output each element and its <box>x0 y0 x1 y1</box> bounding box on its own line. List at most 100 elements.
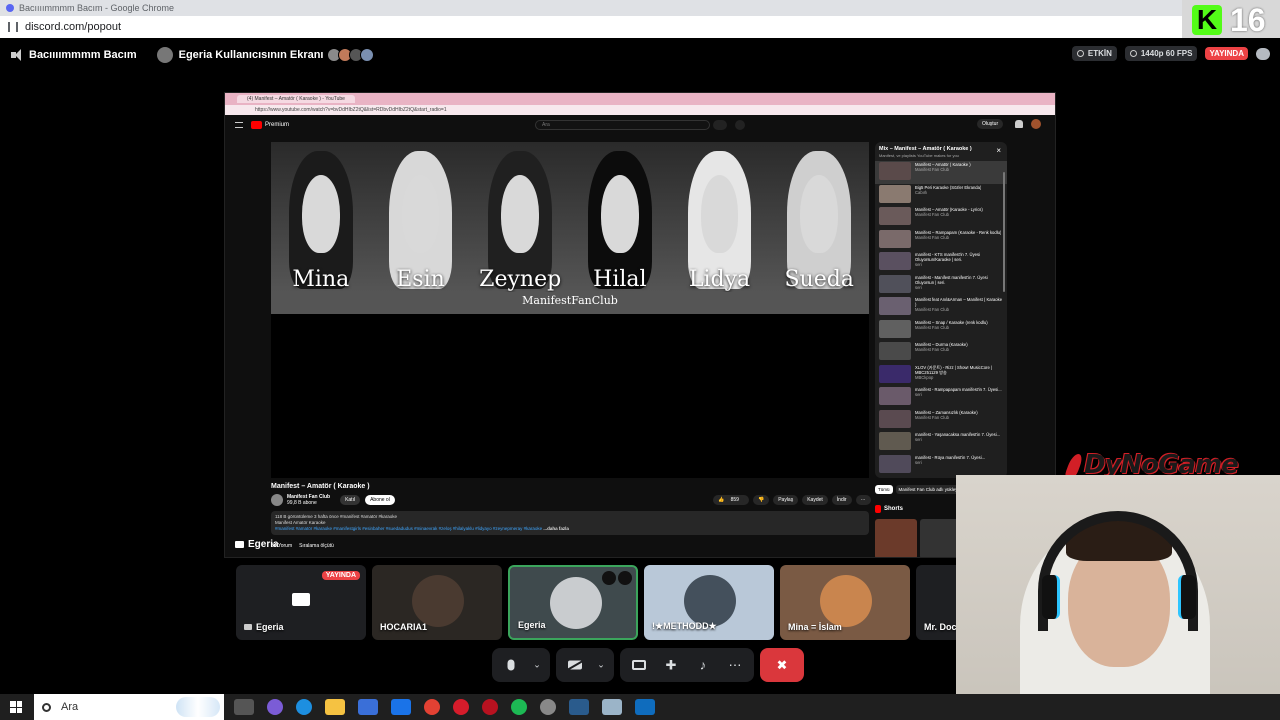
banner-member: Zeynep <box>470 142 570 292</box>
store-icon[interactable] <box>358 699 378 715</box>
disconnect-button[interactable]: ✖ <box>760 648 804 682</box>
windows-start-icon[interactable] <box>10 701 22 713</box>
kick-overlay: K 16 <box>1182 0 1280 40</box>
playlist-item-channel: Manifest Fan Club <box>915 307 949 312</box>
playlist-item-channel: Manifest Fan Club <box>915 324 949 330</box>
youtube-topbar: Premium Ara Oluştur <box>225 115 1055 135</box>
playlist-item-title: Manifest – Rampapam (Karaoke - Renk kodl… <box>915 229 1002 235</box>
banner-name: Lidya <box>688 267 751 292</box>
viewer-avatar[interactable] <box>359 48 374 62</box>
playlist-item-text: Big5 Peri Karaoke (Sözler Ekranda) Cabırl… <box>915 185 981 206</box>
playlist-item: Manifest – Durma (Karaoke) Manifest Fan C… <box>875 341 1007 364</box>
description-tags: #manifest #amatör #karaoke #manifestgirl… <box>275 526 543 531</box>
call-controls: ⌄ ⌄ ✚ ♪ ⋯ ✖ <box>492 648 804 682</box>
shared-screen[interactable]: (4) Manifest – Amatör ( Karaoke ) - YouT… <box>224 92 1056 558</box>
banner-name: Zeynep <box>479 267 562 292</box>
like-count: 859 <box>725 495 744 505</box>
steam-icon[interactable] <box>569 699 589 715</box>
playlist-item-title: manifest - Rampapapam manifest'in 7. Üye… <box>915 387 1002 392</box>
copilot-icon[interactable] <box>267 699 283 715</box>
microphone-icon <box>507 659 515 671</box>
opera-icon[interactable] <box>453 699 469 715</box>
search-icon <box>713 120 727 130</box>
download-button: İndir <box>831 495 852 505</box>
banner-member: Sueda <box>769 142 869 292</box>
playlist-thumbnail <box>879 297 911 315</box>
channel-avatar <box>271 494 283 506</box>
camera-button[interactable] <box>562 652 588 678</box>
chevron-down-icon: ⌄ <box>597 659 605 670</box>
screen-share-button[interactable] <box>626 652 652 678</box>
voice-channel-icon <box>10 49 22 61</box>
streamer-avatar <box>156 47 173 63</box>
mix-subtitle: Manifest, ve playlists YouTube makes for… <box>879 153 959 158</box>
live-badge: YAYINDA <box>1205 47 1248 60</box>
outlook-icon[interactable] <box>391 699 411 715</box>
chevron-down-icon[interactable] <box>602 571 616 585</box>
site-info-icon[interactable] <box>8 22 18 32</box>
chip-all: Tümü <box>875 485 893 494</box>
app-icon[interactable] <box>635 699 655 715</box>
participant-tile[interactable]: Mr. Doctor <box>916 565 956 640</box>
settings-icon[interactable] <box>540 699 556 715</box>
avatar <box>820 575 872 627</box>
banner-name: Mina <box>292 267 350 292</box>
kick-overlay-number: 16 <box>1230 1 1266 38</box>
banner-member: Mina <box>271 142 371 292</box>
playlist-item-text: Manifest – Amatör ( Karaoke ) Manifest Fa… <box>915 162 971 183</box>
soundboard-button[interactable]: ♪ <box>690 652 716 678</box>
playlist-item-text: Manifest feat Anıl&Arman – Manifest ( Ka… <box>915 297 1003 318</box>
add-friend-icon[interactable] <box>618 571 632 585</box>
chrome-icon[interactable] <box>424 699 440 715</box>
playlist-thumbnail <box>879 409 911 428</box>
participant-name: Mr. Doctor <box>924 622 956 632</box>
file-explorer-icon[interactable] <box>325 699 345 715</box>
mic-options-button[interactable]: ⌄ <box>530 652 544 678</box>
activities-button[interactable]: ✚ <box>658 652 684 678</box>
chat-icon[interactable] <box>1256 47 1270 60</box>
url-text[interactable]: discord.com/popout <box>25 21 121 33</box>
video-title: Manifest – Amatör ( Karaoke ) <box>271 483 370 490</box>
playlist-item-channel: Manifest Fan Club <box>915 414 949 420</box>
mix-title: Mix – Manifest – Amatör ( Karaoke ) <box>879 146 972 152</box>
subscriber-count: 99,8 B abone <box>287 500 317 506</box>
playlist-thumbnail <box>879 274 911 293</box>
participant-tile[interactable]: Mina = İslam <box>780 565 910 640</box>
chevron-down-icon: ⌄ <box>533 659 541 670</box>
taskbar-search[interactable]: Ara <box>34 694 224 720</box>
microphone-button[interactable] <box>498 652 524 678</box>
more-icon: ⋯ <box>728 657 742 673</box>
playlist-item-title: manifest - KTS manifest'in 7. Üyesi Oluy… <box>915 252 981 262</box>
screen: Bacıııımmmm Bacım - Google Chrome discor… <box>0 0 1280 720</box>
playlist-thumbnail <box>879 342 911 360</box>
discord-favicon-icon <box>6 4 14 12</box>
playlist-item-text: manifest - Rampapapam manifest'in 7. Üye… <box>915 387 1002 408</box>
participant-name-text: Egeria <box>256 622 284 632</box>
participant-tile[interactable]: YAYINDA Egeria <box>236 565 366 640</box>
playlist-thumbnail <box>879 184 911 203</box>
opera-gx-icon[interactable] <box>482 699 498 715</box>
participant-tile-selected[interactable]: Egeria <box>508 565 638 640</box>
headset-ear-icon <box>1042 575 1060 619</box>
channel-name[interactable]: Bacıııımmmm Bacım <box>29 49 137 61</box>
playlist-item: Manifest – Amatör (Karaoke - Lyrics) Mani… <box>875 206 1007 229</box>
task-view-icon[interactable] <box>234 699 254 715</box>
quality-badge[interactable]: 1440p 60 FPS <box>1124 46 1198 61</box>
participant-tile[interactable]: HOCARIA1 <box>372 565 502 640</box>
address-bar[interactable]: discord.com/popout <box>0 16 1280 38</box>
playlist-thumbnail <box>879 229 911 248</box>
shared-tab: (4) Manifest – Amatör ( Karaoke ) - YouT… <box>237 95 355 103</box>
more-button[interactable]: ⋯ <box>722 652 748 678</box>
taskbar-search-placeholder: Ara <box>61 701 79 713</box>
participant-tile[interactable]: !★METHODD★ <box>644 565 774 640</box>
camera-options-button[interactable]: ⌄ <box>594 652 608 678</box>
menu-icon <box>235 122 243 128</box>
webcam-overlay <box>956 475 1280 720</box>
playlist-item-text: XLOV (카운트) - Rizz | Show! MusicCore | MB… <box>915 365 1003 386</box>
playlist-item: XLOV (카운트) - Rizz | Show! MusicCore | MB… <box>875 364 1007 387</box>
spotify-icon[interactable] <box>511 699 527 715</box>
window-title: Bacıııımmmm Bacım - Google Chrome <box>19 3 175 13</box>
notepad-icon[interactable] <box>602 699 622 715</box>
edge-icon[interactable] <box>296 699 312 715</box>
participant-name: Egeria <box>244 622 284 632</box>
